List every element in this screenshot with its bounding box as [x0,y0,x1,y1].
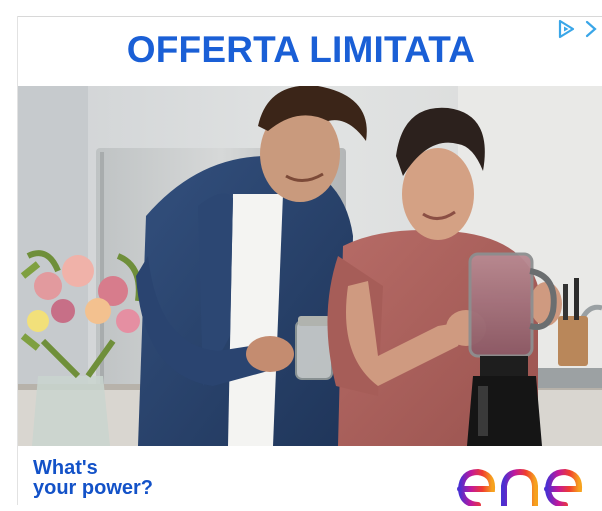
ad-footer: What's your power? [18,446,602,509]
frame-border-top [17,16,602,17]
tagline-line-1: What's [33,457,98,479]
headline[interactable]: OFFERTA LIMITATA [0,24,602,76]
enel-logo[interactable] [454,456,602,509]
kitchen-photo[interactable] [18,86,602,446]
tagline[interactable]: What's your power? [33,458,213,498]
tagline-line-2: your power? [33,477,154,499]
